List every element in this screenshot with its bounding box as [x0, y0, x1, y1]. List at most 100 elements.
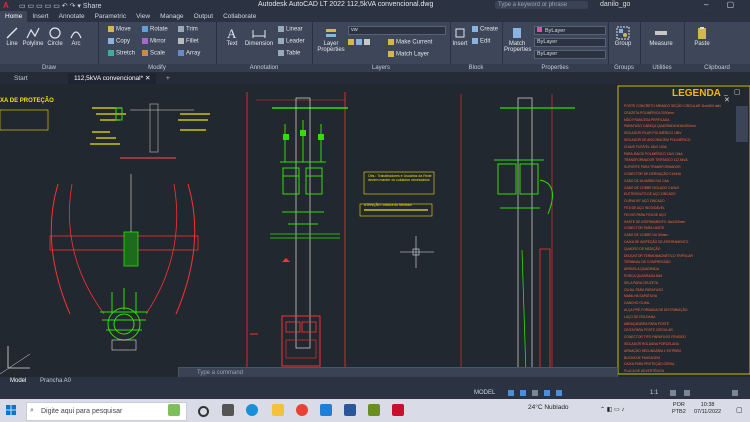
user-account[interactable]: danilo_go	[600, 1, 630, 8]
circle-tool[interactable]: Circle	[46, 26, 64, 47]
copy-tool[interactable]: Copy	[108, 38, 130, 45]
make-current-label: Make Current	[396, 39, 433, 46]
linear-tool[interactable]: Linear	[278, 26, 303, 33]
plus-icon[interactable]	[684, 390, 690, 396]
make-current-button[interactable]: Make Current	[388, 39, 432, 46]
layers-panel-title[interactable]: Layers	[312, 64, 450, 72]
scale-tool[interactable]: Scale	[142, 50, 165, 57]
create-block-tool[interactable]: Create	[472, 26, 498, 33]
tab-annotate[interactable]: Annotate	[54, 11, 90, 22]
taskbar-app-icon[interactable]	[168, 404, 180, 416]
new-tab-button[interactable]: +	[160, 73, 176, 84]
windows-start-icon[interactable]	[6, 405, 16, 415]
clock-date: 07/11/2022	[694, 409, 722, 415]
utilities-panel-title[interactable]: Utilities	[640, 64, 684, 72]
cortana-icon[interactable]	[198, 406, 209, 417]
autocad-logo-icon[interactable]: A	[3, 1, 15, 11]
rotate-tool[interactable]: Rotate	[142, 26, 168, 33]
chrome-icon[interactable]	[296, 404, 308, 416]
group-tool[interactable]: Group	[611, 26, 635, 47]
tab-home[interactable]: Home	[0, 11, 28, 22]
gear-icon[interactable]	[670, 390, 676, 396]
grid-toggle-icon[interactable]	[508, 390, 514, 396]
snap-toggle-icon[interactable]	[520, 390, 526, 396]
drawing-tab[interactable]: 112,5kVA convencional* ✕	[68, 73, 157, 84]
lineweight-dropdown[interactable]: ByLayer	[534, 50, 606, 59]
line-tool[interactable]: Line	[2, 26, 22, 47]
layer-state-icons[interactable]	[348, 39, 372, 46]
drawing-canvas[interactable]: XA DE PROTEÇÃO Obs.: Trabalhadores e Usu…	[0, 84, 750, 377]
properties-panel-title[interactable]: Properties	[502, 64, 608, 72]
weather-widget[interactable]: 24°C Nublado	[528, 404, 569, 411]
legend-item: ISOLADOR ROLDANA PORCELANA	[624, 342, 679, 346]
edit-block-tool[interactable]: Edit	[472, 38, 490, 45]
taskbar-search-input[interactable]: Digite aqui para pesquisar	[26, 402, 187, 421]
layer-properties-tool[interactable]: Layer Properties	[316, 26, 346, 53]
taskbar-app2-icon[interactable]	[368, 404, 380, 416]
model-tab[interactable]: Model	[10, 378, 26, 384]
system-tray-icons[interactable]: ⌃ ◧ ▭ ♪	[600, 406, 624, 413]
tab-view[interactable]: View	[131, 11, 155, 22]
table-tool[interactable]: Table	[278, 50, 300, 57]
store-icon[interactable]	[320, 404, 332, 416]
arc-tool[interactable]: Arc	[68, 26, 84, 47]
tab-parametric[interactable]: Parametric	[90, 11, 131, 22]
legend-scrollbar[interactable]	[736, 106, 748, 142]
array-tool[interactable]: Array	[178, 50, 200, 57]
task-view-icon[interactable]	[222, 404, 234, 416]
close-tab-icon[interactable]: ✕	[145, 75, 150, 82]
legend-window-controls[interactable]: _ ▢ ✕	[724, 88, 750, 104]
layout-tab-prancha[interactable]: Prancha A0	[40, 378, 71, 384]
menu-icon[interactable]	[732, 390, 738, 396]
language-indicator[interactable]: POR PTB2	[672, 402, 686, 416]
modify-panel-title[interactable]: Modify	[98, 64, 216, 72]
paste-tool[interactable]: Paste	[692, 26, 712, 47]
model-space-button[interactable]: MODEL	[474, 387, 495, 399]
dimension-tool[interactable]: Dimension	[244, 26, 274, 47]
quick-access-toolbar[interactable]: ▭ ▭ ▭ ▭ ▭ ↶ ↷ ▾ Share	[19, 2, 102, 10]
autocad-taskbar-icon[interactable]	[392, 404, 404, 416]
polyline-tool[interactable]: Polyline	[22, 26, 44, 47]
word-icon[interactable]	[344, 404, 356, 416]
trim-tool[interactable]: Trim	[178, 26, 198, 33]
draw-panel-title[interactable]: Draw	[0, 64, 98, 72]
legend-item: ALÇA PRÉ-FORMADA DE DISTRIBUIÇÃO	[624, 308, 688, 312]
leader-tool[interactable]: Leader	[278, 38, 305, 45]
ortho-toggle-icon[interactable]	[532, 390, 538, 396]
taskbar-clock[interactable]: 10:38 07/11/2022	[694, 402, 721, 416]
move-tool[interactable]: Move	[108, 26, 131, 33]
help-search-input[interactable]: Type a keyword or phrase	[495, 1, 588, 9]
edge-icon[interactable]	[246, 404, 258, 416]
match-properties-tool[interactable]: Match Properties	[504, 26, 531, 53]
linetype-dropdown[interactable]: ByLayer	[534, 38, 606, 47]
mirror-tool[interactable]: Mirror	[142, 38, 166, 45]
layer-dropdown[interactable]: vw	[348, 26, 446, 35]
annotation-scale[interactable]: 1:1	[650, 387, 658, 399]
tab-output[interactable]: Output	[189, 11, 219, 22]
clipboard-panel-title[interactable]: Clipboard	[684, 64, 750, 72]
protection-detail-drawing	[0, 103, 210, 375]
legend-item: CHAVE FUSÍVEL 15kV 100A	[624, 144, 667, 149]
osnap-toggle-icon[interactable]	[556, 390, 562, 396]
utilities-panel: Measure Utilities	[640, 22, 685, 72]
ribbon-tabs: Home Insert Annotate Parametric View Man…	[0, 11, 750, 22]
measure-tool[interactable]: Measure	[646, 26, 676, 47]
notification-icon[interactable]: ▢	[736, 406, 743, 414]
match-layer-button[interactable]: Match Layer	[388, 51, 429, 58]
block-panel-title[interactable]: Block	[450, 64, 502, 72]
polar-toggle-icon[interactable]	[544, 390, 550, 396]
annotation-panel-title[interactable]: Annotation	[216, 64, 312, 72]
file-explorer-icon[interactable]	[272, 404, 284, 416]
groups-panel-title[interactable]: Groups	[608, 64, 640, 72]
color-dropdown[interactable]: ByLayer	[534, 26, 606, 35]
legend-item: ARMAÇÃO SECUNDÁRIA 1 ESTRIBO	[624, 348, 682, 353]
text-tool[interactable]: A Text	[224, 26, 240, 47]
tab-collaborate[interactable]: Collaborate	[218, 11, 261, 22]
fillet-tool[interactable]: Fillet	[178, 38, 199, 45]
start-tab[interactable]: Start	[8, 73, 34, 84]
insert-tool[interactable]: Insert	[452, 26, 468, 47]
stretch-tool[interactable]: Stretch	[108, 50, 135, 57]
tab-insert[interactable]: Insert	[27, 11, 53, 22]
legend-item: SUPORTE PARA TRANSFORMADOR	[624, 165, 681, 170]
tab-manage[interactable]: Manage	[155, 11, 189, 22]
